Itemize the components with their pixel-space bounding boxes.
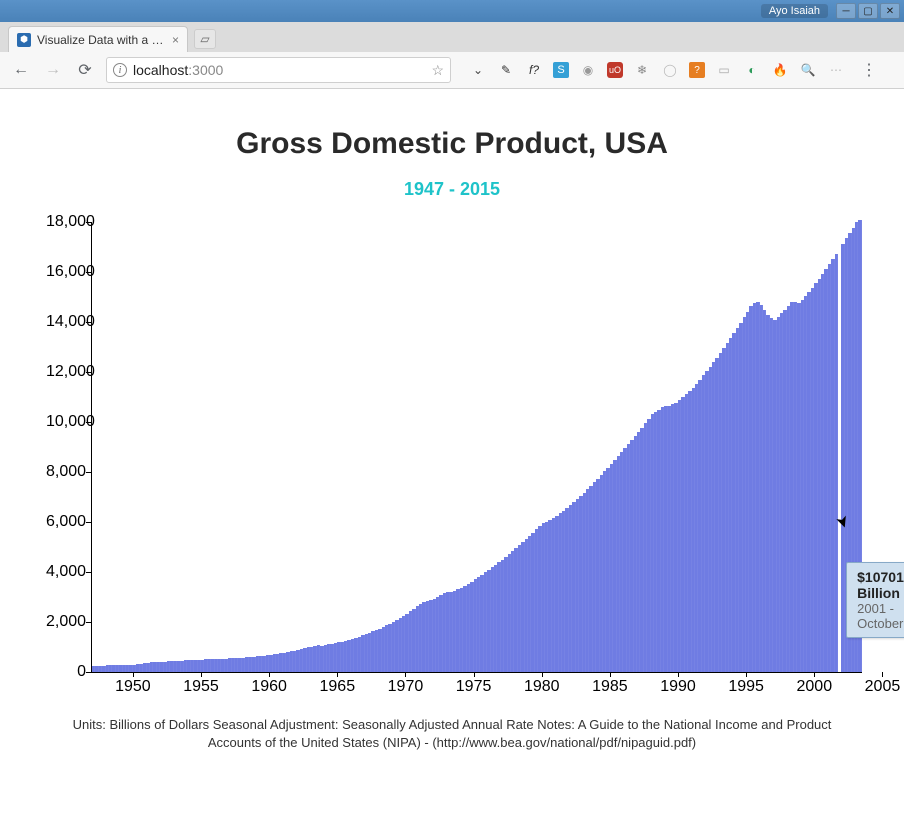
bookmark-star-icon[interactable]: ☆ (431, 62, 444, 79)
ublock-icon[interactable]: uO (607, 62, 623, 78)
y-tick-label: 0 (46, 663, 86, 681)
y-tick-label: 12,000 (46, 363, 86, 381)
tabstrip: ⬢ Visualize Data with a Ba × ▱ (0, 22, 904, 52)
extension-icon-7[interactable]: ? (689, 62, 705, 78)
x-tick-mark (337, 672, 338, 677)
x-tick-mark (405, 672, 406, 677)
nav-back-button[interactable]: ← (10, 59, 32, 81)
user-label: Ayo Isaiah (761, 4, 828, 18)
x-tick-label: 1975 (456, 678, 492, 696)
x-tick-mark (746, 672, 747, 677)
chart-tooltip: $10701.3 Billion 2001 - October (846, 562, 904, 638)
y-tick-mark (86, 672, 91, 673)
extension-icon-1[interactable]: ✎ (497, 61, 515, 79)
y-tick-mark (86, 372, 91, 373)
chart-subtitle: 1947 - 2015 (20, 179, 884, 200)
page-content: Gross Domestic Product, USA 1947 - 2015 … (0, 89, 904, 820)
x-tick-label: 1980 (524, 678, 560, 696)
x-tick-mark (269, 672, 270, 677)
extension-icon-8[interactable]: ▭ (715, 61, 733, 79)
y-tick-mark (86, 422, 91, 423)
new-tab-button[interactable]: ▱ (194, 29, 216, 49)
x-tick-mark (133, 672, 134, 677)
extension-icon-2[interactable]: f? (525, 61, 543, 79)
y-tick-label: 16,000 (46, 263, 86, 281)
tooltip-value: $10701.3 Billion (857, 569, 904, 601)
x-tick-mark (201, 672, 202, 677)
browser-chrome: ⬢ Visualize Data with a Ba × ▱ ← → ⟳ i l… (0, 22, 904, 89)
chart-bars[interactable] (92, 222, 862, 672)
extension-icons: ⌄ ✎ f? S ◉ uO ❄ ◯ ? ▭ ◐ 🔥 🔍 ⋯ (469, 61, 845, 79)
x-tick-label: 1950 (115, 678, 151, 696)
y-tick-mark (86, 222, 91, 223)
extension-icon-10[interactable]: 🔥 (771, 61, 789, 79)
url-port: :3000 (188, 62, 223, 78)
window-minimize-button[interactable]: ─ (836, 3, 856, 19)
extension-icon-4[interactable]: ◉ (579, 61, 597, 79)
extension-icon-12[interactable]: ⋯ (827, 61, 845, 79)
y-tick-mark (86, 572, 91, 573)
x-tick-label: 2005 (865, 678, 901, 696)
x-tick-mark (882, 672, 883, 677)
chart-title: Gross Domestic Product, USA (20, 127, 884, 161)
y-tick-mark (86, 622, 91, 623)
pocket-icon[interactable]: ⌄ (469, 61, 487, 79)
url-host: localhost (133, 62, 188, 78)
x-tick-label: 1990 (660, 678, 696, 696)
url-text: localhost:3000 (133, 62, 223, 78)
extension-icon-11[interactable]: 🔍 (799, 61, 817, 79)
tab-close-icon[interactable]: × (172, 33, 179, 47)
browser-toolbar: ← → ⟳ i localhost:3000 ☆ ⌄ ✎ f? S ◉ uO ❄… (0, 52, 904, 88)
y-tick-label: 8,000 (46, 463, 86, 481)
y-tick-label: 14,000 (46, 313, 86, 331)
chart-area[interactable]: 0 2,000 4,000 6,000 8,000 10,000 12,000 14,000 1… (42, 222, 862, 692)
x-tick-mark (542, 672, 543, 677)
extension-icon-3[interactable]: S (553, 62, 569, 78)
extension-icon-6[interactable]: ◯ (661, 61, 679, 79)
browser-tab[interactable]: ⬢ Visualize Data with a Ba × (8, 26, 188, 52)
chart-footnote: Units: Billions of Dollars Seasonal Adju… (52, 716, 852, 751)
y-tick-label: 2,000 (46, 613, 86, 631)
x-tick-label: 2000 (797, 678, 833, 696)
address-bar[interactable]: i localhost:3000 ☆ (106, 57, 451, 83)
x-tick-label: 1970 (388, 678, 424, 696)
tooltip-date: 2001 - October (857, 601, 904, 631)
x-tick-label: 1965 (320, 678, 356, 696)
x-tick-label: 1995 (728, 678, 764, 696)
window-maximize-button[interactable]: ▢ (858, 3, 878, 19)
site-info-icon[interactable]: i (113, 63, 127, 77)
x-tick-label: 1955 (183, 678, 219, 696)
nav-forward-button[interactable]: → (42, 59, 64, 81)
y-tick-mark (86, 522, 91, 523)
window-titlebar: Ayo Isaiah ─ ▢ ✕ (0, 0, 904, 22)
y-tick-mark (86, 472, 91, 473)
y-tick-label: 6,000 (46, 513, 86, 531)
y-tick-mark (86, 322, 91, 323)
browser-menu-button[interactable]: ⋮ (861, 60, 877, 80)
y-tick-label: 4,000 (46, 563, 86, 581)
x-tick-label: 1960 (251, 678, 287, 696)
tab-title: Visualize Data with a Ba (37, 33, 166, 47)
window-close-button[interactable]: ✕ (880, 3, 900, 19)
extension-icon-5[interactable]: ❄ (633, 61, 651, 79)
x-tick-mark (814, 672, 815, 677)
y-tick-label: 10,000 (46, 413, 86, 431)
x-tick-label: 1985 (592, 678, 628, 696)
x-tick-mark (610, 672, 611, 677)
x-tick-mark (474, 672, 475, 677)
x-tick-mark (678, 672, 679, 677)
extension-icon-9[interactable]: ◐ (743, 61, 761, 79)
y-tick-label: 18,000 (46, 213, 86, 231)
nav-reload-button[interactable]: ⟳ (74, 59, 96, 81)
y-tick-mark (86, 272, 91, 273)
favicon-icon: ⬢ (17, 33, 31, 47)
